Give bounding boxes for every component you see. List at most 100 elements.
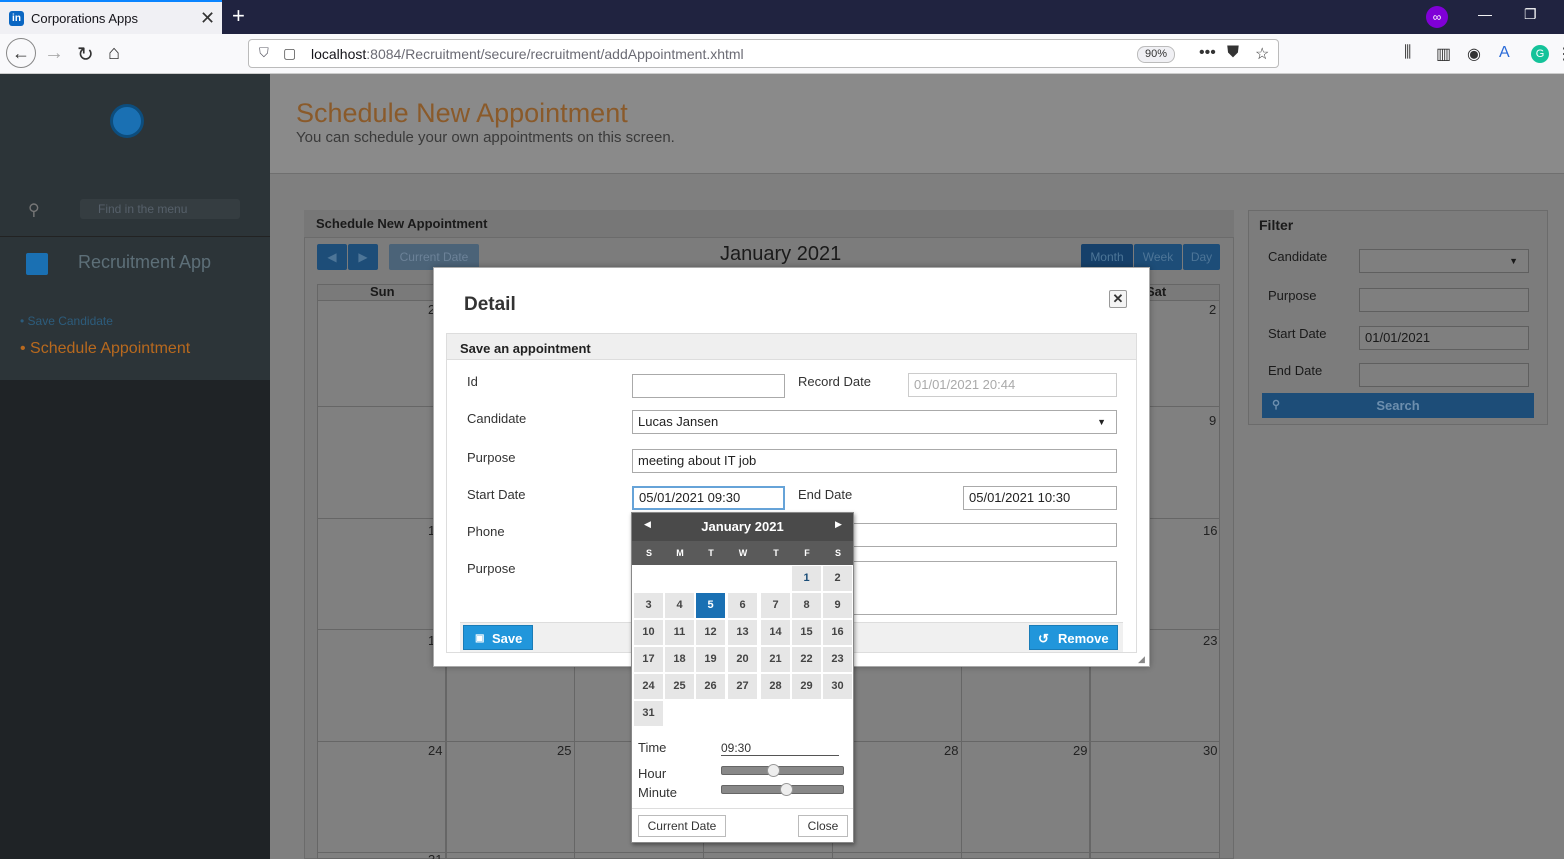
picker-dow: W — [738, 548, 748, 558]
calendar-col-sun-cells[interactable] — [317, 300, 446, 859]
filter-purpose-input[interactable] — [1359, 288, 1529, 312]
search-icon: ⚲ — [1272, 399, 1281, 411]
picker-dow: S — [834, 548, 841, 558]
picker-day[interactable]: 26 — [696, 674, 725, 699]
picker-day[interactable]: 4 — [665, 593, 694, 618]
picker-day[interactable]: 23 — [823, 647, 852, 672]
sidebar-item-schedule-appointment[interactable]: • Schedule Appointment — [20, 340, 190, 358]
picker-day[interactable]: 29 — [792, 674, 821, 699]
account-icon[interactable]: ◉ — [1467, 44, 1481, 64]
picker-day[interactable]: 28 — [761, 674, 790, 699]
shield-icon[interactable]: ⛉ — [259, 45, 269, 61]
minimize-icon[interactable]: — — [1478, 6, 1492, 22]
page-info-icon[interactable]: ▢ — [283, 45, 296, 62]
calendar-row-line — [317, 852, 1220, 853]
next-month-button[interactable]: ▶ — [348, 244, 378, 270]
filter-candidate-label: Candidate — [1268, 249, 1328, 264]
picker-day[interactable]: 18 — [665, 647, 694, 672]
overflow-menu-icon[interactable]: ⋮ — [1556, 44, 1564, 64]
purpose-label: Purpose — [467, 450, 516, 465]
calendar-col-sun: Sun — [370, 284, 395, 299]
end-date-input[interactable]: 05/01/2021 10:30 — [963, 486, 1117, 510]
picker-day-selected[interactable]: 5 — [696, 593, 725, 618]
picker-day[interactable]: 25 — [665, 674, 694, 699]
hour-slider-handle[interactable] — [766, 764, 780, 777]
more-actions-icon[interactable]: ••• — [1199, 44, 1216, 62]
calendar-day: 16 — [1203, 523, 1218, 538]
picker-day[interactable]: 22 — [792, 647, 821, 672]
browser-tab[interactable]: in Corporations Apps ✕ — [0, 0, 222, 34]
picker-day[interactable]: 3 — [634, 593, 663, 618]
restore-icon[interactable]: ❐ — [1524, 6, 1537, 23]
picker-day[interactable]: 21 — [761, 647, 790, 672]
remove-button[interactable]: ↺ Remove — [1029, 625, 1118, 650]
sidebar-item-save-candidate[interactable]: • Save Candidate — [20, 314, 113, 328]
picker-day[interactable]: 9 — [823, 593, 852, 618]
picker-day[interactable]: 7 — [761, 593, 790, 618]
address-bar[interactable]: ⛉ ▢ localhost:8084/Recruitment/secure/re… — [248, 39, 1279, 68]
chevron-down-icon: ▼ — [1097, 417, 1106, 427]
bookmark-star-icon[interactable]: ☆ — [1255, 44, 1269, 64]
picker-close-button[interactable]: Close — [798, 815, 848, 837]
picker-current-date-button[interactable]: Current Date — [638, 815, 726, 837]
picker-day[interactable]: 1 — [792, 566, 821, 591]
resize-handle-icon[interactable]: ◢ — [1138, 654, 1145, 665]
grammarly-icon[interactable]: G — [1531, 45, 1549, 63]
picker-day[interactable]: 6 — [728, 593, 757, 618]
pocket-icon[interactable]: ⛊ — [1227, 44, 1239, 62]
picker-day[interactable]: 12 — [696, 620, 725, 645]
filter-search-button[interactable]: ⚲ Search — [1262, 393, 1534, 418]
end-date-label: End Date — [798, 487, 853, 502]
picker-day[interactable]: 17 — [634, 647, 663, 672]
filter-purpose-label: Purpose — [1268, 288, 1317, 303]
phone-label: Phone — [467, 524, 505, 539]
private-browsing-icon: ∞ — [1426, 6, 1448, 28]
calendar-day: 30 — [1203, 743, 1218, 758]
forward-icon[interactable]: → — [44, 42, 64, 65]
picker-day[interactable]: 16 — [823, 620, 852, 645]
calendar-col-line — [961, 666, 962, 859]
picker-day[interactable]: 20 — [728, 647, 757, 672]
candidate-select[interactable]: Lucas Jansen ▼ — [632, 410, 1117, 434]
sidebar-toggle-icon[interactable]: ▥ — [1436, 44, 1451, 64]
calendar-month-label: January 2021 — [720, 243, 842, 265]
start-date-input[interactable]: 05/01/2021 09:30 — [632, 486, 785, 510]
picker-day[interactable]: 30 — [823, 674, 852, 699]
logo-badge-icon — [110, 104, 144, 138]
back-icon[interactable]: ← — [6, 38, 36, 68]
picker-day[interactable]: 13 — [728, 620, 757, 645]
picker-day[interactable]: 19 — [696, 647, 725, 672]
app-name[interactable]: Recruitment App — [78, 252, 211, 273]
view-day-button[interactable]: Day — [1183, 244, 1220, 270]
dialog-close-icon[interactable]: ✕ — [1109, 290, 1127, 308]
picker-day[interactable]: 24 — [634, 674, 663, 699]
id-input[interactable] — [632, 374, 785, 398]
picker-day[interactable]: 27 — [728, 674, 757, 699]
menu-search-input[interactable]: Find in the menu — [80, 199, 240, 219]
zoom-indicator[interactable]: 90% — [1137, 46, 1175, 63]
filter-end-input[interactable] — [1359, 363, 1529, 387]
translate-icon[interactable]: A — [1499, 44, 1510, 62]
reload-icon[interactable]: ↻ — [77, 42, 94, 67]
picker-day[interactable]: 31 — [634, 701, 663, 726]
prev-month-button[interactable]: ◀ — [317, 244, 347, 270]
library-icon[interactable]: ⫼ — [1404, 44, 1411, 62]
picker-day[interactable]: 10 — [634, 620, 663, 645]
filter-start-input[interactable]: 01/01/2021 — [1359, 326, 1529, 350]
picker-day[interactable]: 8 — [792, 593, 821, 618]
new-tab-icon[interactable]: + — [232, 3, 245, 29]
filter-candidate-select[interactable]: ▼ — [1359, 249, 1529, 273]
purpose-input[interactable]: meeting about IT job — [632, 449, 1117, 473]
picker-dow: F — [804, 548, 810, 558]
save-button[interactable]: ▣ Save — [463, 625, 533, 650]
picker-day[interactable]: 11 — [665, 620, 694, 645]
minute-slider-handle[interactable] — [779, 783, 793, 796]
hour-slider[interactable] — [721, 766, 844, 775]
close-tab-icon[interactable]: ✕ — [200, 8, 215, 29]
next-month-icon[interactable]: ▶ — [835, 519, 842, 530]
browser-nav-bar: ← → ↻ ⌂ ⛉ ▢ localhost:8084/Recruitment/s… — [0, 34, 1564, 74]
picker-day[interactable]: 2 — [823, 566, 852, 591]
home-icon[interactable]: ⌂ — [108, 42, 120, 65]
picker-day[interactable]: 15 — [792, 620, 821, 645]
picker-day[interactable]: 14 — [761, 620, 790, 645]
